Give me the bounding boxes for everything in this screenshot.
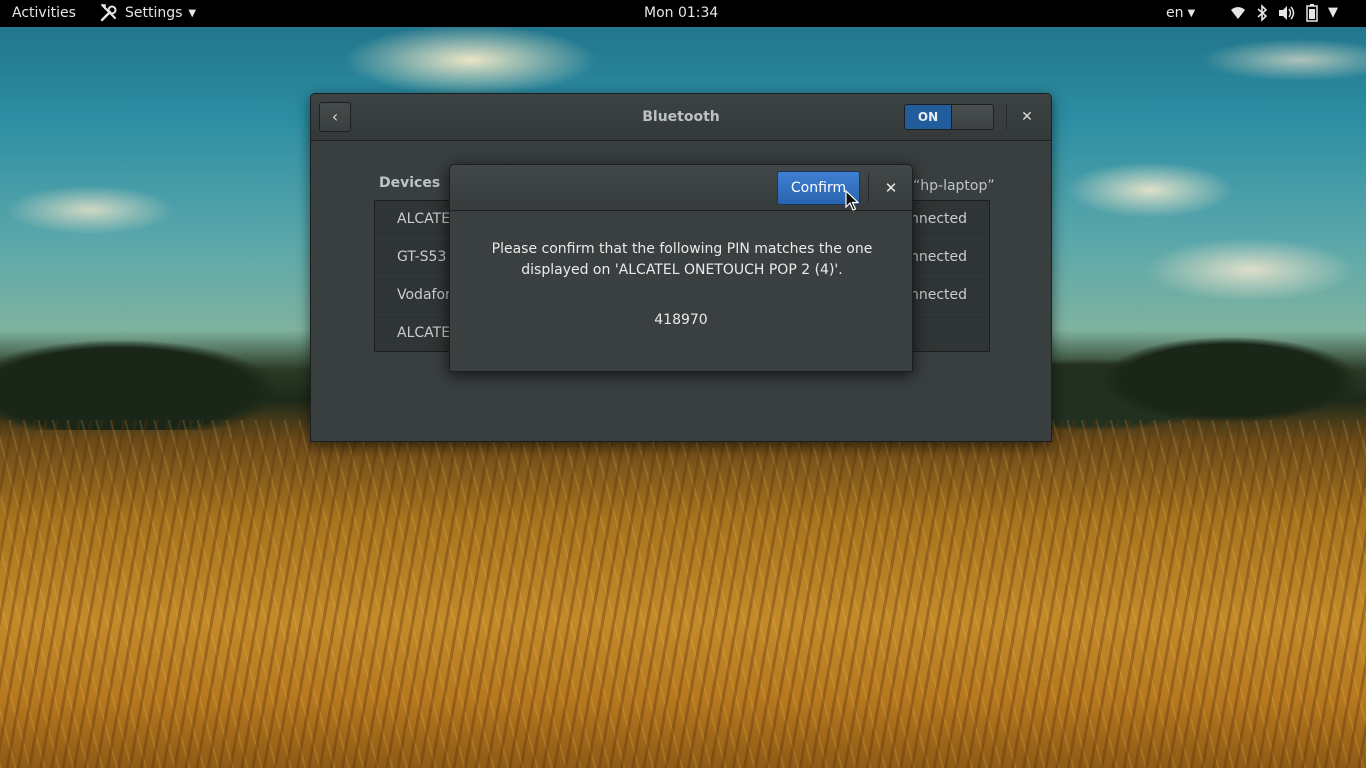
chevron-down-icon: ▼ bbox=[1187, 7, 1196, 19]
device-status: nnected bbox=[909, 249, 967, 265]
bluetooth-icon bbox=[1257, 4, 1268, 22]
system-status-area[interactable]: ▼ bbox=[1230, 4, 1338, 22]
window-close-button[interactable]: ✕ bbox=[1016, 107, 1038, 129]
volume-icon bbox=[1279, 6, 1295, 20]
chevron-down-icon: ▼ bbox=[1328, 5, 1338, 20]
mouse-cursor-icon bbox=[845, 190, 859, 211]
dialog-separator bbox=[868, 173, 869, 203]
activities-button[interactable]: Activities bbox=[12, 5, 76, 21]
dialog-close-button[interactable]: ✕ bbox=[880, 177, 902, 199]
app-menu[interactable]: Settings ▼ bbox=[99, 3, 196, 23]
device-name: GT-S53 bbox=[397, 249, 447, 265]
device-name: ALCATE bbox=[397, 211, 451, 227]
window-headerbar: ‹ Bluetooth ON ✕ bbox=[311, 94, 1051, 141]
pin-code: 418970 bbox=[654, 312, 708, 328]
clock[interactable]: Mon 01:34 bbox=[644, 5, 718, 21]
app-menu-label: Settings bbox=[125, 5, 183, 21]
device-status: nnected bbox=[909, 211, 967, 227]
toggle-knob[interactable] bbox=[951, 105, 993, 129]
close-icon: ✕ bbox=[884, 179, 898, 197]
wifi-icon bbox=[1231, 7, 1245, 19]
devices-heading: Devices bbox=[379, 175, 441, 191]
device-name: ALCATE bbox=[397, 325, 451, 341]
headerbar-separator bbox=[1006, 104, 1007, 130]
toggle-on-label: ON bbox=[905, 105, 951, 129]
wallpaper-grass bbox=[0, 420, 1366, 768]
device-status: nnected bbox=[909, 287, 967, 303]
battery-icon bbox=[1306, 4, 1318, 22]
chevron-down-icon: ▼ bbox=[188, 7, 197, 19]
top-bar: Activities Settings ▼ Mon 01:34 en ▼ ▼ bbox=[0, 0, 1366, 27]
language-indicator[interactable]: en ▼ bbox=[1166, 5, 1195, 21]
dialog-headerbar: Confirm ✕ bbox=[450, 165, 912, 211]
pin-confirm-dialog: Confirm ✕ Please confirm that the follow… bbox=[449, 164, 913, 372]
close-icon: ✕ bbox=[1021, 109, 1033, 125]
host-name-label: “hp-laptop” bbox=[913, 178, 995, 194]
tools-icon bbox=[100, 4, 117, 22]
bluetooth-toggle[interactable]: ON bbox=[904, 104, 994, 130]
dialog-message: Please confirm that the following PIN ma… bbox=[491, 241, 873, 278]
language-label: en bbox=[1166, 5, 1184, 21]
device-name: Vodafor bbox=[397, 287, 451, 303]
